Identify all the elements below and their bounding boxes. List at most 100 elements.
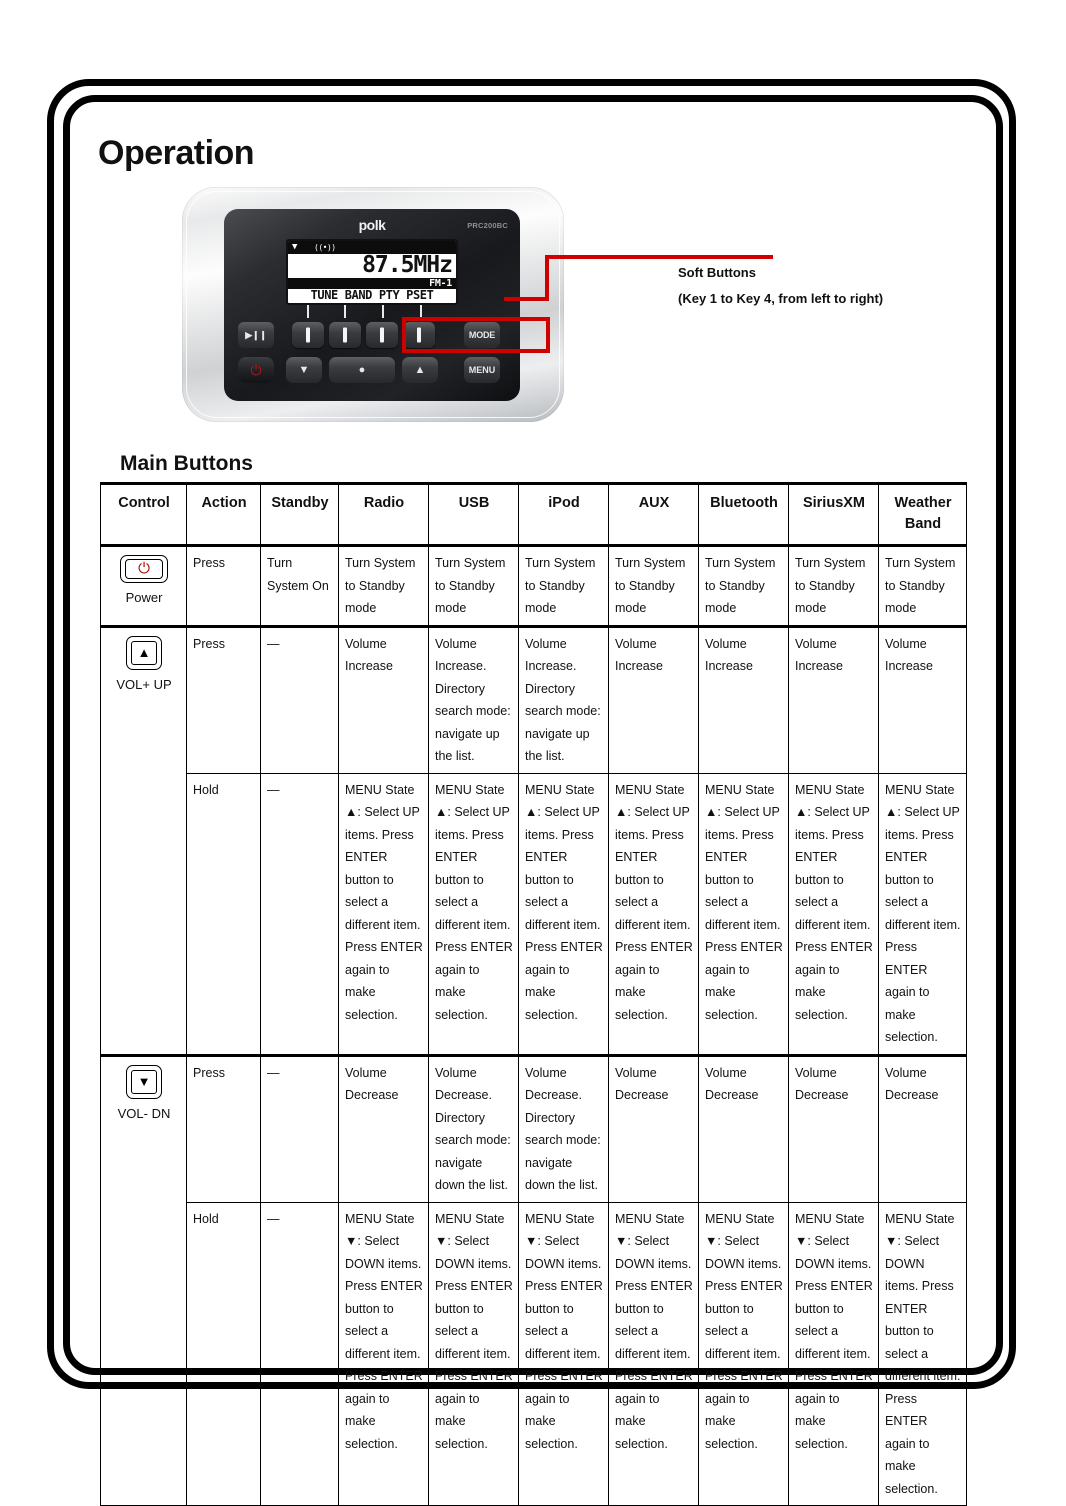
column-header-control: Control [100,482,187,547]
cell-weather-band: MENU State ▼: Select DOWN items. Press E… [878,1201,967,1506]
action-cell: Press [186,544,261,627]
cell-usb: Turn System to Standby mode [428,544,519,627]
cell-weather-band: MENU State ▲: Select UP items. Press ENT… [878,772,967,1056]
cell-siriusxm: MENU State ▼: Select DOWN items. Press E… [788,1201,879,1506]
control-label: Power [125,590,163,605]
cell-weather-band: Turn System to Standby mode [878,544,967,627]
volume-down-button[interactable]: ▼ [286,357,322,383]
cell-siriusxm: Volume Decrease [788,1053,879,1203]
soft-buttons-callout: Soft Buttons (Key 1 to Key 4, from left … [678,260,883,312]
soft-button-key3[interactable] [366,322,398,348]
soft-buttons-highlight-box [402,317,550,353]
up-arrow-button-icon: ▲ [126,635,162,670]
cell-standby: — [260,624,339,774]
table-row: ▲ VOL+ UP Press — Volume Increase Volume… [100,624,967,1056]
antenna-icon: ▼ [292,242,298,252]
cell-standby: — [260,1053,339,1203]
cell-bluetooth: Turn System to Standby mode [698,544,789,627]
play-pause-button[interactable]: ▶❙❙ [238,322,274,348]
device-brand-label: polk [358,217,386,233]
softkey-tick-3 [382,305,384,318]
callout-leader-segment-2 [545,255,549,301]
lcd-display: ▼ ((•)) 87.5MHz FM-1 TUNE BAND PTY PSET [286,239,458,305]
cell-radio: MENU State ▼: Select DOWN items. Press E… [338,1201,429,1506]
cell-ipod: MENU State ▼: Select DOWN items. Press E… [518,1201,609,1506]
cell-weather-band: Volume Decrease [878,1053,967,1203]
cell-bluetooth: MENU State ▼: Select DOWN items. Press E… [698,1201,789,1506]
cell-ipod: Volume Increase. Directory search mode: … [518,624,609,774]
column-header-siriusxm: SiriusXM [788,482,879,547]
table-row: Hold — MENU State ▲: Select UP items. Pr… [101,772,967,1056]
callout-leader-segment-3 [545,255,773,259]
section-title: Main Buttons [120,452,253,475]
column-header-weather-band: Weather Band [878,482,967,547]
cell-radio: Volume Decrease [338,1053,429,1203]
cell-weather-band: Volume Increase [878,624,967,774]
menu-button[interactable]: MENU [464,357,500,383]
enter-button[interactable]: ● [329,357,395,383]
soft-button-key2[interactable] [329,322,361,348]
page-title: Operation [98,134,255,172]
control-label: VOL- DN [117,1105,171,1121]
action-cell: Hold [186,772,261,1056]
callout-leader-segment-1 [504,297,549,301]
control-cell-vol-up: ▲ VOL+ UP [100,624,187,1056]
cell-siriusxm: Volume Increase [788,624,879,774]
soft-button-key1[interactable] [292,322,324,348]
page-content: Operation polk PRC200BC ▼ ((•)) 87.5MHz … [78,112,993,1506]
cell-siriusxm: MENU State ▲: Select UP items. Press ENT… [788,772,879,1056]
cell-ipod: MENU State ▲: Select UP items. Press ENT… [518,772,609,1056]
device-faceplate: polk PRC200BC ▼ ((•)) 87.5MHz FM-1 TUNE … [224,209,550,401]
cell-aux: Volume Decrease [608,1053,699,1203]
device-model-label: PRC200BC [467,221,508,230]
cell-bluetooth: Volume Increase [698,624,789,774]
cell-aux: MENU State ▲: Select UP items. Press ENT… [608,772,699,1056]
action-cell: Hold [186,1201,261,1506]
cell-siriusxm: Turn System to Standby mode [788,544,879,627]
cell-ipod: Turn System to Standby mode [518,544,609,627]
table-row: ▼ VOL- DN Press — Volume Decrease Volume… [100,1053,967,1506]
control-cell-power: ⏻ Power [100,544,187,627]
cell-standby: — [260,772,339,1056]
table-row: ⏻ Power Press Turn System On Turn System… [100,544,967,627]
device-illustration: polk PRC200BC ▼ ((•)) 87.5MHz FM-1 TUNE … [182,187,773,422]
softkey-tick-1 [307,305,309,318]
cell-radio: Turn System to Standby mode [338,544,429,627]
cell-radio: Volume Increase [338,624,429,774]
main-buttons-table: Control Action Standby Radio USB iPod AU… [100,482,967,1506]
callout-line-1-text: Soft Buttons [678,265,756,280]
lcd-softkey-labels: TUNE BAND PTY PSET [310,288,434,302]
lcd-frequency: 87.5MHz [362,252,453,278]
column-header-radio: Radio [338,482,429,547]
table-row: Hold — MENU State ▼: Select DOWN items. … [101,1201,967,1506]
column-header-aux: AUX [608,482,699,547]
control-cell-vol-down: ▼ VOL- DN [100,1053,187,1506]
power-button[interactable]: ⏻ [238,357,274,383]
cell-radio: MENU State ▲: Select UP items. Press ENT… [338,772,429,1056]
cell-usb: Volume Increase. Directory search mode: … [428,624,519,774]
column-header-ipod: iPod [518,482,609,547]
cell-aux: MENU State ▼: Select DOWN items. Press E… [608,1201,699,1506]
column-header-bluetooth: Bluetooth [698,482,789,547]
signal-icon: ((•)) [314,243,336,252]
cell-standby: — [260,1201,339,1506]
cell-bluetooth: MENU State ▲: Select UP items. Press ENT… [698,772,789,1056]
control-label: VOL+ UP [116,676,172,692]
cell-aux: Volume Increase [608,624,699,774]
softkey-tick-2 [344,305,346,318]
action-cell: Press [186,1053,261,1203]
down-arrow-button-icon: ▼ [126,1064,162,1099]
cell-bluetooth: Volume Decrease [698,1053,789,1203]
action-cell: Press [186,624,261,774]
table-header-row: Control Action Standby Radio USB iPod AU… [100,482,967,547]
cell-standby: Turn System On [260,544,339,627]
volume-up-button[interactable]: ▲ [402,357,438,383]
column-header-action: Action [186,482,261,547]
cell-usb: MENU State ▲: Select UP items. Press ENT… [428,772,519,1056]
column-header-standby: Standby [260,482,339,547]
power-button-icon: ⏻ [120,555,168,583]
cell-usb: MENU State ▼: Select DOWN items. Press E… [428,1201,519,1506]
column-header-usb: USB [428,482,519,547]
cell-usb: Volume Decrease. Directory search mode: … [428,1053,519,1203]
cell-aux: Turn System to Standby mode [608,544,699,627]
